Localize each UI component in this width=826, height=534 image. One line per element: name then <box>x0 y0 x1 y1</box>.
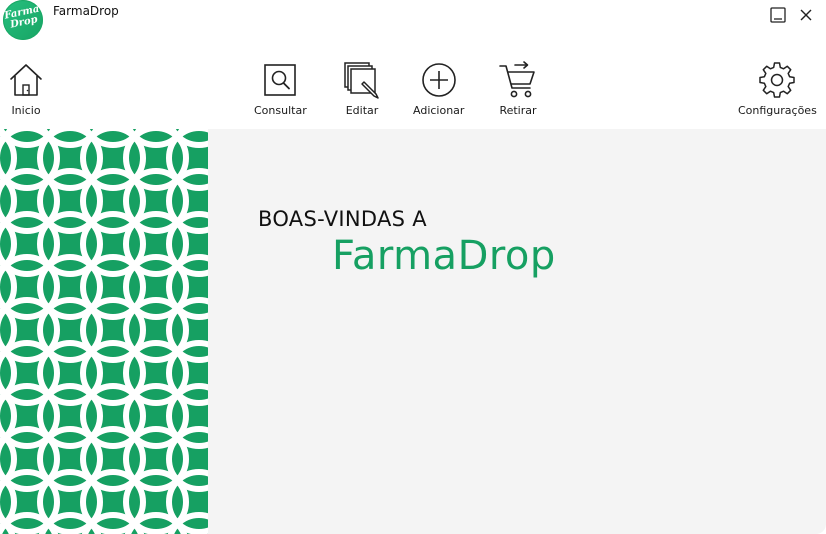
toolbar: Inicio Consultar Editar Adicionar Retira… <box>0 60 826 126</box>
app-window: Farma Drop FarmaDrop Inicio Consultar Ed… <box>0 0 826 534</box>
settings-label: Configurações <box>738 104 817 117</box>
search-icon <box>260 60 300 100</box>
home-label: Inicio <box>11 104 41 117</box>
edit-documents-icon <box>342 60 382 100</box>
interlocking-circles-pattern <box>0 129 208 534</box>
title-bar: Farma Drop FarmaDrop <box>0 0 826 42</box>
minimize-icon <box>770 7 786 23</box>
edit-button[interactable]: Editar <box>342 60 382 117</box>
close-icon <box>800 9 812 21</box>
welcome-panel: BOAS-VINDAS A FarmaDrop <box>208 129 826 534</box>
consult-button[interactable]: Consultar <box>254 60 307 117</box>
welcome-brand-name: FarmaDrop <box>332 233 556 279</box>
close-button[interactable] <box>795 4 817 26</box>
app-title: FarmaDrop <box>53 4 119 18</box>
logo-text: Farma Drop <box>3 4 42 31</box>
add-button[interactable]: Adicionar <box>413 60 464 117</box>
cart-remove-icon <box>498 60 538 100</box>
decorative-pattern-panel <box>0 129 208 534</box>
settings-button[interactable]: Configurações <box>738 60 817 117</box>
consult-label: Consultar <box>254 104 307 117</box>
home-icon <box>6 60 46 100</box>
add-label: Adicionar <box>413 104 465 117</box>
welcome-heading: BOAS-VINDAS A <box>258 207 427 231</box>
minimize-button[interactable] <box>767 4 789 26</box>
plus-circle-icon <box>419 60 459 100</box>
gear-icon <box>757 60 797 100</box>
app-logo: Farma Drop <box>3 0 43 40</box>
remove-label: Retirar <box>499 104 537 117</box>
edit-label: Editar <box>345 104 379 117</box>
home-button[interactable]: Inicio <box>6 60 46 117</box>
remove-button[interactable]: Retirar <box>498 60 538 117</box>
